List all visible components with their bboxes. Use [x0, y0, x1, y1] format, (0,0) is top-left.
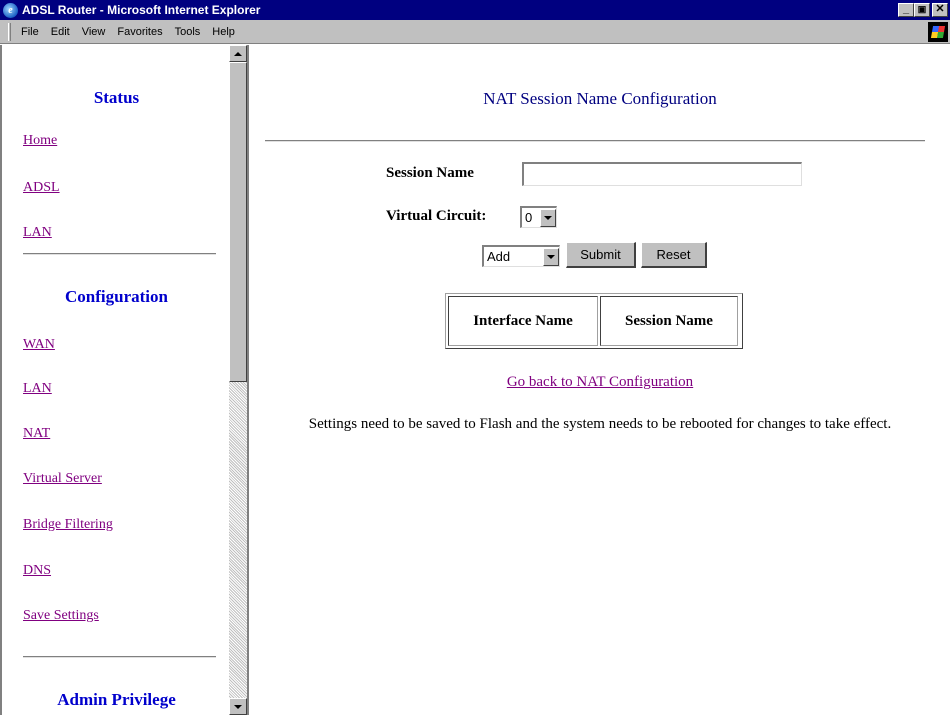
table-header-interface-name: Interface Name: [448, 296, 598, 346]
back-to-nat-link-text[interactable]: Go back to NAT Configuration: [507, 374, 693, 390]
table-header-session-name: Session Name: [600, 296, 738, 346]
minimize-button[interactable]: _: [898, 3, 914, 17]
scroll-down-button[interactable]: [229, 698, 247, 715]
scroll-thumb[interactable]: [229, 62, 247, 382]
title-divider: [265, 140, 925, 142]
content-frame: NAT Session Name Configuration Session N…: [265, 45, 950, 715]
menu-view[interactable]: View: [76, 26, 112, 38]
nav-scrollbar[interactable]: [229, 45, 247, 715]
window-titlebar: e ADSL Router - Microsoft Internet Explo…: [0, 0, 950, 20]
virtual-circuit-value: 0: [525, 210, 533, 225]
nav-heading-configuration: Configuration: [65, 287, 168, 306]
submit-button[interactable]: Submit: [566, 242, 636, 268]
windows-logo-icon: [928, 22, 948, 42]
nav-divider: [23, 656, 216, 658]
scroll-up-button[interactable]: [229, 45, 247, 62]
menu-favorites[interactable]: Favorites: [111, 26, 168, 38]
maximize-button[interactable]: ▣: [914, 3, 930, 17]
menu-file[interactable]: File: [15, 26, 45, 38]
menu-help[interactable]: Help: [206, 26, 241, 38]
virtual-circuit-select[interactable]: 0: [520, 206, 557, 228]
nav-divider: [23, 253, 216, 255]
close-button[interactable]: ✕: [932, 3, 948, 17]
dropdown-arrow-icon: [540, 208, 556, 227]
page-title: NAT Session Name Configuration: [483, 89, 717, 108]
save-reboot-note: Settings need to be saved to Flash and t…: [308, 416, 892, 432]
nav-link-bridge-filtering[interactable]: Bridge Filtering: [23, 517, 113, 533]
menu-bar: File Edit View Favorites Tools Help: [0, 20, 950, 44]
nav-link-lan-config[interactable]: LAN: [23, 381, 52, 397]
window-title: ADSL Router - Microsoft Internet Explore…: [22, 3, 261, 17]
action-select[interactable]: Add: [482, 245, 560, 267]
nav-heading-admin-privilege: Admin Privilege: [57, 690, 176, 709]
nav-link-lan-status[interactable]: LAN: [23, 225, 52, 241]
window-controls: _ ▣ ✕: [898, 3, 948, 17]
virtual-circuit-label: Virtual Circuit:: [386, 208, 487, 224]
session-name-label: Session Name: [386, 165, 474, 181]
nav-frame: Status Home ADSL LAN Configuration WAN L…: [0, 45, 229, 715]
menu-tools[interactable]: Tools: [169, 26, 207, 38]
nav-link-dns[interactable]: DNS: [23, 563, 51, 579]
internet-explorer-icon: e: [3, 2, 18, 18]
frame-separator[interactable]: [247, 45, 265, 715]
back-to-nat-link: Go back to NAT Configuration: [265, 374, 935, 391]
menu-edit[interactable]: Edit: [45, 26, 76, 38]
toolbar-grip[interactable]: [8, 22, 11, 41]
reset-button[interactable]: Reset: [641, 242, 707, 268]
action-value: Add: [487, 249, 511, 264]
session-table: Interface Name Session Name: [445, 293, 743, 349]
nav-link-wan[interactable]: WAN: [23, 337, 55, 353]
nav-link-home[interactable]: Home: [23, 133, 57, 149]
arrow-down-icon: [234, 704, 242, 709]
arrow-up-icon: [234, 51, 242, 56]
nav-heading-status: Status: [93, 88, 140, 107]
nav-link-virtual-server[interactable]: Virtual Server: [23, 471, 102, 487]
dropdown-arrow-icon: [543, 247, 559, 266]
nav-link-adsl[interactable]: ADSL: [23, 180, 60, 196]
session-name-input[interactable]: [522, 162, 802, 186]
nav-link-nat[interactable]: NAT: [23, 426, 50, 442]
nav-link-save-settings[interactable]: Save Settings: [23, 608, 99, 624]
